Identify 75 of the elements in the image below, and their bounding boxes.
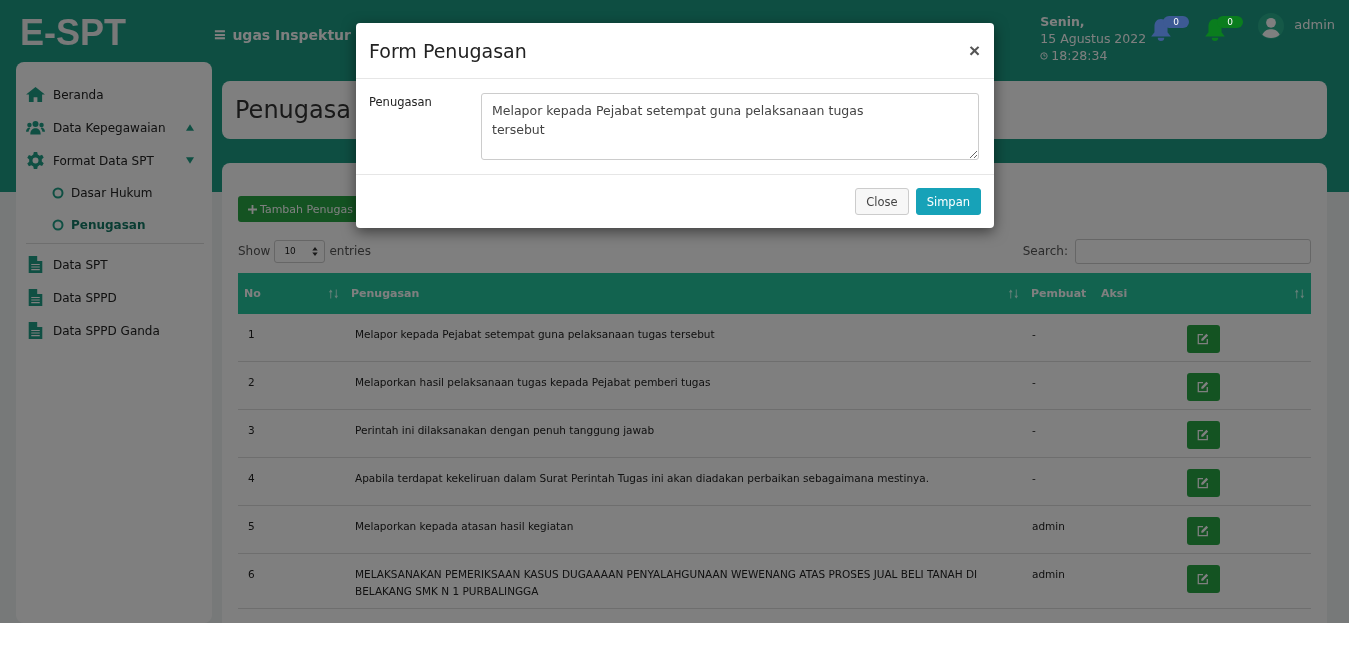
table-cell-text: - bbox=[1031, 423, 1037, 438]
home-icon bbox=[26, 86, 45, 103]
table-cell-text: Melaporkan kepada atasan hasil kegiatan bbox=[354, 519, 575, 534]
table-cell-text: Melapor kepada Pejabat setempat guna pelaksanaan tugas tersebut bbox=[354, 327, 716, 342]
sort-icon[interactable] bbox=[328, 288, 339, 299]
table-cell-text: 3 bbox=[247, 423, 256, 438]
edit-icon bbox=[1197, 429, 1209, 441]
document-icon bbox=[26, 322, 45, 339]
day-text: Senin, bbox=[1040, 14, 1086, 29]
bell-icon[interactable] bbox=[1150, 18, 1173, 42]
table-cell-text: 2 bbox=[247, 375, 256, 390]
close-button[interactable]: × bbox=[966, 39, 982, 62]
table-cell-text: 1 bbox=[247, 327, 256, 342]
sort-icon[interactable] bbox=[1294, 288, 1305, 299]
plus-icon bbox=[248, 204, 257, 214]
circle-icon bbox=[52, 219, 64, 231]
table-cell-text: 6 bbox=[247, 567, 256, 582]
edit-button[interactable] bbox=[1186, 325, 1220, 353]
field-label: Penugasan bbox=[369, 94, 433, 111]
gear-icon bbox=[26, 152, 45, 169]
users-icon bbox=[26, 119, 45, 136]
sidebar-item[interactable]: Beranda bbox=[26, 78, 204, 111]
marquee-text: ugas Inspektur bbox=[232, 26, 351, 43]
document-icon bbox=[26, 289, 45, 306]
search-field[interactable] bbox=[1075, 238, 1311, 264]
edit-button[interactable] bbox=[1186, 373, 1220, 401]
circle-icon bbox=[52, 187, 64, 199]
table-cell-text: Melaporkan hasil pelaksanaan tugas kepada Pejabat pemberi tugas bbox=[354, 375, 712, 390]
page-size-select[interactable]: 10 bbox=[274, 239, 326, 263]
document-icon bbox=[26, 256, 45, 273]
spinner-icon bbox=[312, 246, 319, 256]
edit-button[interactable] bbox=[1186, 469, 1220, 497]
edit-button[interactable] bbox=[1186, 517, 1220, 545]
table-cell-text: 5 bbox=[247, 519, 256, 534]
clock-icon bbox=[1040, 51, 1049, 60]
table-cell-text: - bbox=[1031, 327, 1037, 342]
modal-title: Form Penugasan bbox=[369, 39, 527, 62]
edit-icon bbox=[1197, 477, 1209, 489]
sidebar-item[interactable]: Data SPPD bbox=[26, 281, 204, 314]
text-area[interactable]: Melapor kepada Pejabat setempat guna pelaksanaan tugas tersebut bbox=[481, 93, 979, 160]
edit-icon bbox=[1197, 573, 1209, 585]
close-button[interactable]: Close bbox=[855, 188, 909, 215]
logo: E-SPT bbox=[20, 12, 127, 54]
save-button[interactable]: Simpan bbox=[915, 188, 981, 215]
sidebar-subitem[interactable]: Penugasan bbox=[26, 209, 204, 241]
sort-icon[interactable] bbox=[1008, 288, 1019, 299]
edit-icon bbox=[1197, 525, 1209, 537]
table-cell-text: admin bbox=[1031, 519, 1066, 534]
bell-icon[interactable] bbox=[1204, 18, 1227, 42]
sidebar-item[interactable]: Data Kepegawaian bbox=[26, 111, 204, 144]
sidebar-subitem[interactable]: Dasar Hukum bbox=[26, 177, 204, 209]
notification-badge: 0 bbox=[1163, 16, 1189, 28]
user-avatar-icon[interactable] bbox=[1258, 13, 1285, 39]
edit-icon bbox=[1197, 381, 1209, 393]
sidebar-item[interactable]: Format Data SPT bbox=[26, 144, 204, 177]
show-label: Show bbox=[238, 244, 271, 258]
edit-button[interactable] bbox=[1186, 565, 1220, 593]
table-cell-text: Apabila terdapat kekeliruan dalam Surat Perintah Tugas ini akan diadakan perbaikan sebagaimana mestinya. bbox=[354, 471, 931, 486]
table-cell-text: MELAKSANAKAN PEMERIKSAAN KASUS DUGAAAAN PENYALAHGUNAAN WEWENANG ATAS PROSES JUAL BELI TANAH DI BELAKANG SMK N 1 PURBALINGGA bbox=[354, 567, 979, 599]
edit-button[interactable] bbox=[1186, 421, 1220, 449]
edit-icon bbox=[1197, 333, 1209, 345]
table-cell-text: Perintah ini dilaksanakan dengan penuh tanggung jawab bbox=[354, 423, 656, 438]
table-cell-text: admin bbox=[1031, 567, 1066, 582]
notification-badge: 0 bbox=[1217, 16, 1243, 28]
user-name[interactable]: admin bbox=[1294, 17, 1335, 32]
table-cell-text: - bbox=[1031, 471, 1037, 486]
time-text: 18:28:34 bbox=[1051, 48, 1108, 63]
entries-label: entries bbox=[329, 244, 371, 258]
page-title: Penugasa bbox=[235, 96, 351, 124]
table-cell-text: - bbox=[1031, 375, 1037, 390]
sidebar-item[interactable]: Data SPPD Ganda bbox=[26, 314, 204, 347]
date-text: 15 Agustus 2022 bbox=[1040, 31, 1148, 46]
search-label: Search: bbox=[1022, 244, 1068, 258]
table-cell-text: 4 bbox=[247, 471, 256, 486]
sidebar-item[interactable]: Data SPT bbox=[26, 248, 204, 281]
